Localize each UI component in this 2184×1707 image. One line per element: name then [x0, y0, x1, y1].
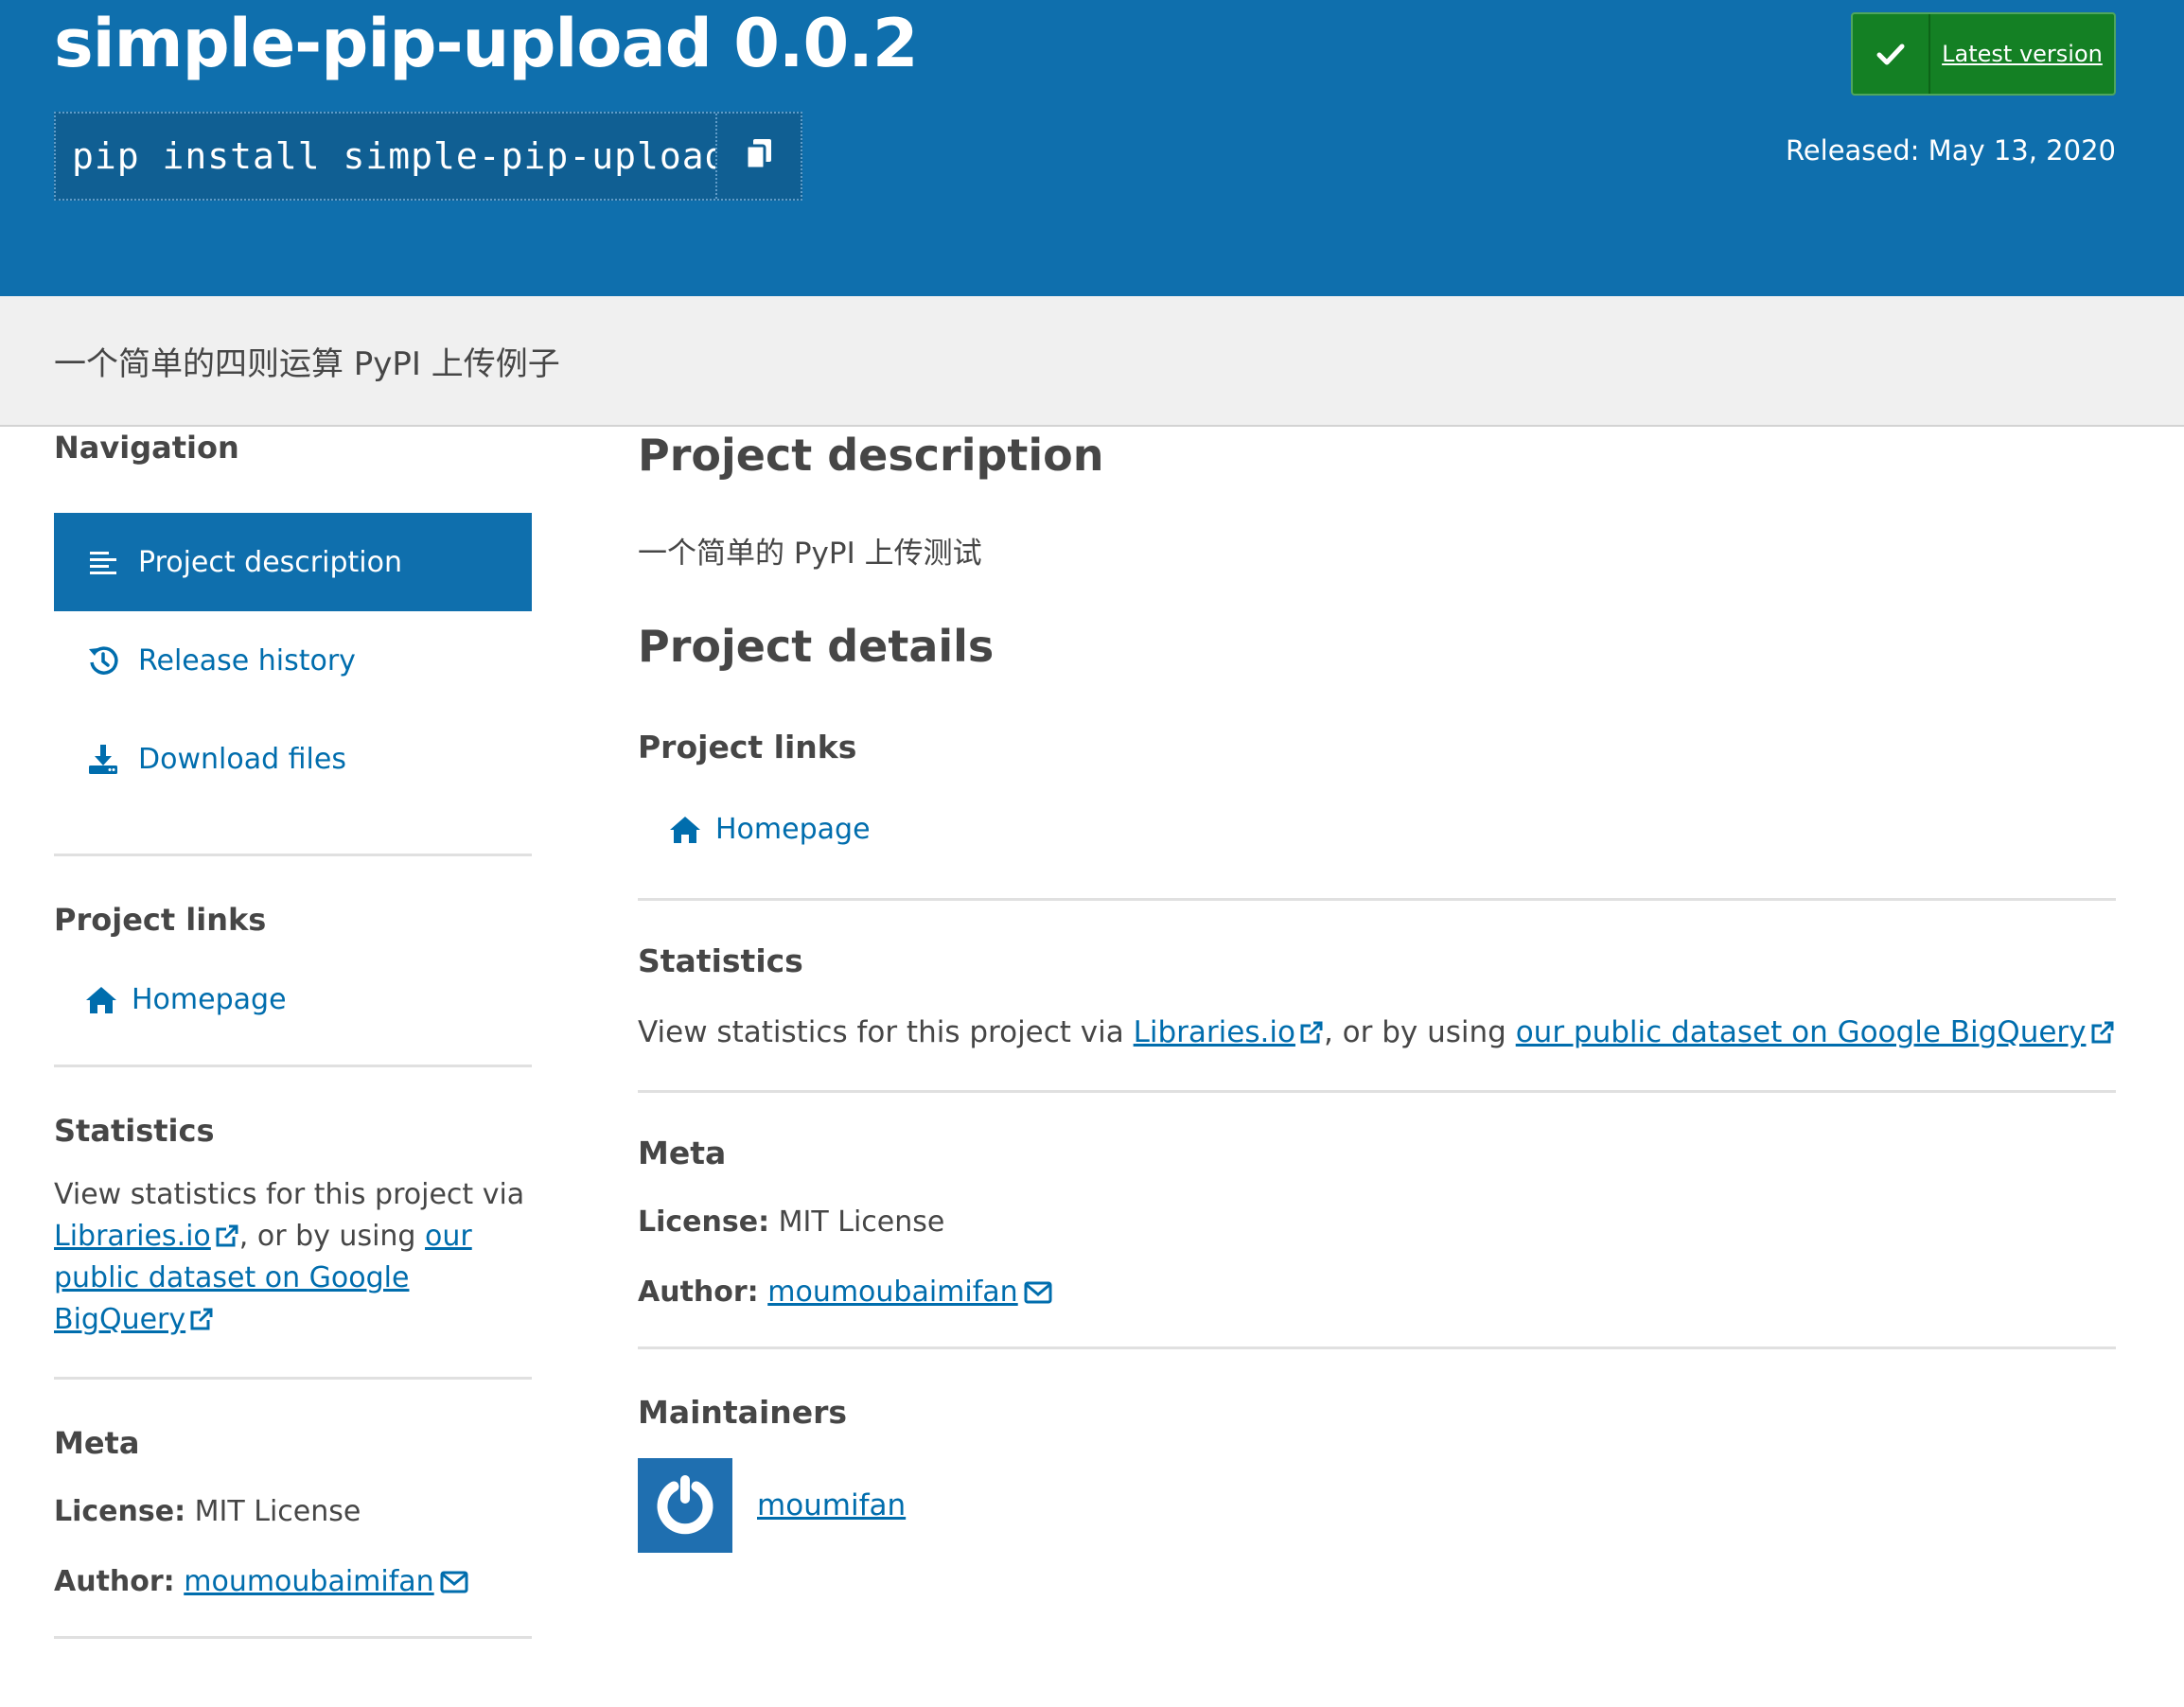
bigquery-link[interactable]: our public dataset on Google BigQuery	[1516, 1015, 2115, 1049]
project-description-heading: Project description	[638, 430, 1104, 481]
avatar[interactable]	[638, 1458, 732, 1553]
maintainer-link[interactable]: moumifan	[757, 1488, 906, 1522]
copy-button[interactable]	[715, 114, 801, 199]
external-link-icon	[189, 1302, 214, 1330]
project-links-heading: Project links	[638, 729, 857, 766]
navigation-list: Project description Release history Down…	[54, 513, 532, 808]
author-link[interactable]: moumoubaimifan	[184, 1564, 468, 1598]
statistics-prefix: View statistics for this project via	[54, 1178, 525, 1211]
nav-item-label: Release history	[138, 643, 356, 678]
homepage-label: Homepage	[715, 813, 871, 846]
project-details-heading: Project details	[638, 621, 995, 672]
author-line: Author: moumoubaimifan	[638, 1272, 2116, 1313]
statistics-middle: , or by using	[1323, 1015, 1506, 1049]
homepage-label: Homepage	[132, 983, 287, 1016]
home-icon	[84, 985, 118, 1015]
statistics-middle: , or by using	[238, 1220, 416, 1253]
maintainer-item: moumifan	[638, 1458, 2116, 1553]
release-date: Released: May 13, 2020	[1786, 134, 2116, 167]
sidebar: Navigation Project description Release h…	[54, 427, 532, 1639]
pip-install-box: pip install simple-pip-upload	[54, 112, 802, 201]
homepage-link[interactable]: Homepage	[54, 983, 532, 1016]
meta-heading: Meta	[638, 1135, 727, 1171]
meta-heading: Meta	[54, 1425, 140, 1461]
external-link-icon	[2090, 1013, 2115, 1044]
license-value: MIT License	[194, 1495, 361, 1528]
homepage-link[interactable]: Homepage	[638, 813, 2116, 846]
external-link-icon	[215, 1219, 239, 1247]
download-icon	[87, 743, 119, 775]
divider	[638, 898, 2116, 901]
statistics-text: View statistics for this project via Lib…	[54, 1174, 532, 1341]
package-summary: 一个简单的四则运算 PyPI 上传例子	[0, 296, 2184, 427]
divider	[54, 854, 532, 856]
maintainers-heading: Maintainers	[638, 1394, 848, 1431]
statistics-prefix: View statistics for this project via	[638, 1015, 1124, 1049]
bigquery-label: our public dataset on Google BigQuery	[1515, 1015, 2087, 1049]
copy-icon	[745, 138, 773, 174]
author-line: Author: moumoubaimifan	[54, 1561, 532, 1603]
released-date-value: May 13, 2020	[1928, 134, 2116, 167]
latest-version-label[interactable]: Latest version	[1930, 14, 2114, 94]
divider	[54, 1636, 532, 1639]
libraries-io-link[interactable]: Libraries.io	[54, 1220, 239, 1253]
power-icon	[657, 1475, 713, 1535]
libraries-io-label: Libraries.io	[1133, 1015, 1295, 1049]
nav-item-label: Project description	[138, 545, 402, 579]
external-link-icon	[1299, 1013, 1324, 1044]
divider	[638, 1346, 2116, 1349]
license-line: License: MIT License	[54, 1491, 532, 1533]
nav-item-project-description[interactable]: Project description	[54, 513, 532, 611]
main-content: Project description 一个简单的 PyPI 上传测试 Proj…	[638, 427, 2116, 1553]
released-label: Released:	[1785, 134, 1920, 167]
divider	[54, 1377, 532, 1380]
history-icon	[87, 644, 119, 677]
license-line: License: MIT License	[638, 1202, 2116, 1243]
pip-install-command[interactable]: pip install simple-pip-upload	[56, 114, 715, 199]
package-header: simple-pip-upload 0.0.2 pip install simp…	[0, 0, 2184, 296]
list-icon	[87, 546, 119, 578]
author-label: Author:	[54, 1565, 175, 1598]
check-icon	[1853, 14, 1930, 94]
project-links-heading: Project links	[54, 902, 267, 938]
divider	[638, 1090, 2116, 1093]
envelope-icon	[1024, 1275, 1052, 1304]
home-icon	[668, 815, 702, 845]
statistics-heading: Statistics	[54, 1113, 215, 1149]
license-label: License:	[54, 1495, 186, 1528]
project-description-text: 一个简单的 PyPI 上传测试	[638, 537, 982, 571]
author-link[interactable]: moumoubaimifan	[767, 1275, 1052, 1309]
license-label: License:	[638, 1205, 770, 1239]
nav-item-release-history[interactable]: Release history	[54, 611, 532, 710]
author-name: moumoubaimifan	[767, 1276, 1018, 1309]
envelope-icon	[440, 1564, 468, 1593]
nav-item-download-files[interactable]: Download files	[54, 710, 532, 808]
latest-version-button[interactable]: Latest version	[1851, 12, 2116, 96]
libraries-io-label: Libraries.io	[54, 1220, 211, 1253]
license-value: MIT License	[778, 1205, 945, 1239]
statistics-heading: Statistics	[638, 942, 803, 979]
statistics-text: View statistics for this project via Lib…	[638, 1011, 2116, 1054]
navigation-heading: Navigation	[54, 430, 239, 466]
divider	[54, 1065, 532, 1067]
author-name: moumoubaimifan	[184, 1565, 434, 1598]
nav-item-label: Download files	[138, 742, 346, 776]
package-title: simple-pip-upload 0.0.2	[54, 5, 919, 82]
libraries-io-link[interactable]: Libraries.io	[1134, 1015, 1324, 1049]
author-label: Author:	[638, 1276, 759, 1309]
